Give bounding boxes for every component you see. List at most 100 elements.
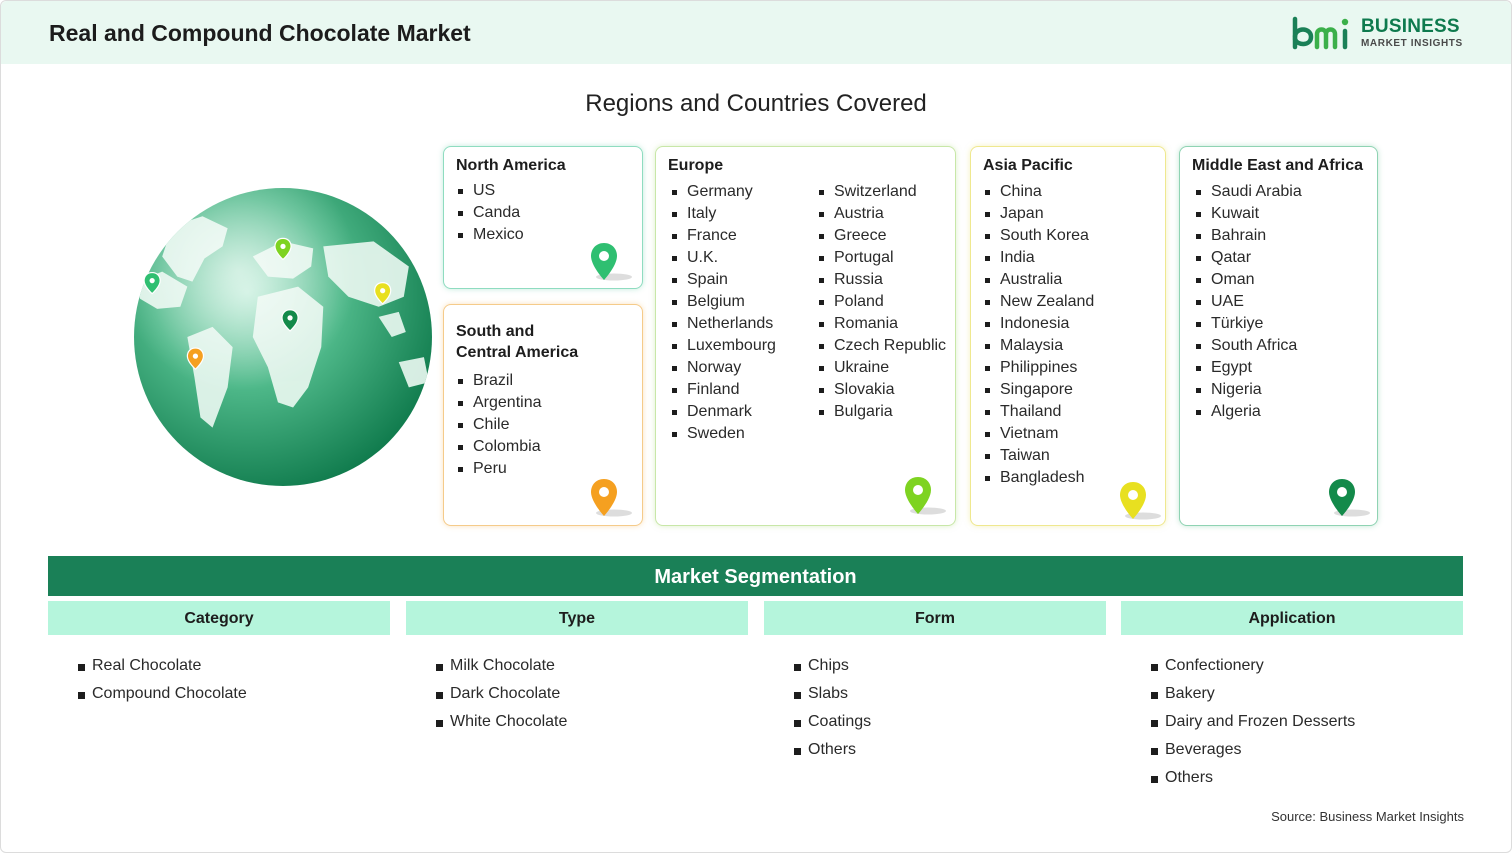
country-item: Ukraine (817, 357, 946, 379)
country-list-asia-pacific: China Japan South Korea India Australia … (983, 181, 1094, 489)
country-list-europe-col1: Germany Italy France U.K. Spain Belgium … (670, 181, 776, 445)
country-item: Chile (456, 414, 542, 436)
country-item: Colombia (456, 436, 542, 458)
country-item: Finland (670, 379, 776, 401)
country-item: Bulgaria (817, 401, 946, 423)
country-item: Italy (670, 203, 776, 225)
country-list-middle-east-africa: Saudi Arabia Kuwait Bahrain Qatar Oman U… (1194, 181, 1302, 423)
company-logo: BUSINESS MARKET INSIGHTS (1291, 15, 1471, 55)
market-segmentation-bar: Market Segmentation (48, 556, 1463, 596)
country-item: Türkiye (1194, 313, 1302, 335)
location-pin-icon (1120, 482, 1161, 520)
country-item: Australia (983, 269, 1094, 291)
region-title-south-central-america: South and Central America (456, 321, 578, 363)
country-item: Czech Republic (817, 335, 946, 357)
country-item: Russia (817, 269, 946, 291)
country-item: South Africa (1194, 335, 1302, 357)
segment-heading-category: Category (48, 601, 390, 635)
region-card-north-america: North America US Canda Mexico (443, 146, 643, 289)
segment-list-category: Real Chocolate Compound Chocolate (78, 652, 247, 708)
country-item: Belgium (670, 291, 776, 313)
country-list-north-america: US Canda Mexico (456, 180, 524, 246)
segment-item: Dairy and Frozen Desserts (1151, 708, 1355, 736)
country-item: Peru (456, 458, 542, 480)
country-item: Vietnam (983, 423, 1094, 445)
region-title-europe: Europe (668, 157, 724, 174)
country-item: Thailand (983, 401, 1094, 423)
country-item: Bangladesh (983, 467, 1094, 489)
country-item: Japan (983, 203, 1094, 225)
location-pin-icon (591, 479, 632, 517)
country-item: Romania (817, 313, 946, 335)
country-list-europe-col2: Switzerland Austria Greece Portugal Russ… (817, 181, 946, 423)
country-item: Spain (670, 269, 776, 291)
country-item: Portugal (817, 247, 946, 269)
region-title-line: South and (456, 323, 535, 340)
country-item: Indonesia (983, 313, 1094, 335)
country-item: Brazil (456, 370, 542, 392)
location-pin-icon (1329, 479, 1370, 517)
country-item: Sweden (670, 423, 776, 445)
country-item: Nigeria (1194, 379, 1302, 401)
page-title: Real and Compound Chocolate Market (49, 20, 471, 46)
segment-item: Milk Chocolate (436, 652, 567, 680)
location-pin-icon (905, 477, 946, 515)
country-item: Netherlands (670, 313, 776, 335)
country-item: Oman (1194, 269, 1302, 291)
country-item: Philippines (983, 357, 1094, 379)
country-item: China (983, 181, 1094, 203)
region-title-asia-pacific: Asia Pacific (983, 157, 1073, 174)
region-card-europe: Europe Germany Italy France U.K. Spain B… (655, 146, 956, 526)
segment-item: Others (1151, 764, 1355, 792)
segment-item: White Chocolate (436, 708, 567, 736)
segment-heading-type: Type (406, 601, 748, 635)
segment-item: Real Chocolate (78, 652, 247, 680)
country-item: Mexico (456, 224, 524, 246)
segment-item: Bakery (1151, 680, 1355, 708)
country-item: Singapore (983, 379, 1094, 401)
segment-item: Confectionery (1151, 652, 1355, 680)
country-item: Algeria (1194, 401, 1302, 423)
segment-item: Others (794, 736, 871, 764)
region-title-north-america: North America (456, 157, 566, 174)
country-list-south-central-america: Brazil Argentina Chile Colombia Peru (456, 370, 542, 480)
country-item: Taiwan (983, 445, 1094, 467)
region-title-middle-east-africa: Middle East and Africa (1192, 157, 1363, 174)
bmi-logo-icon (1292, 16, 1349, 50)
segment-item: Dark Chocolate (436, 680, 567, 708)
country-item: Saudi Arabia (1194, 181, 1302, 203)
segment-list-type: Milk Chocolate Dark Chocolate White Choc… (436, 652, 567, 736)
logo-line-business: BUSINESS (1361, 16, 1460, 37)
market-segmentation-title: Market Segmentation (654, 566, 857, 588)
header-bar: Real and Compound Chocolate Market BUSIN… (1, 1, 1511, 64)
country-item: South Korea (983, 225, 1094, 247)
segment-list-application: Confectionery Bakery Dairy and Frozen De… (1151, 652, 1355, 792)
country-item: Germany (670, 181, 776, 203)
country-item: Qatar (1194, 247, 1302, 269)
regions-title: Regions and Countries Covered (585, 90, 927, 117)
region-title-line: Central America (456, 344, 579, 361)
segment-heading-application: Application (1121, 601, 1463, 635)
location-pin-icon (591, 243, 632, 281)
segment-item: Beverages (1151, 736, 1355, 764)
globe-icon (134, 188, 432, 486)
region-card-south-central-america: South and Central America Brazil Argenti… (443, 304, 643, 526)
country-item: Egypt (1194, 357, 1302, 379)
country-item: Greece (817, 225, 946, 247)
country-item: Canda (456, 202, 524, 224)
country-item: India (983, 247, 1094, 269)
country-item: U.K. (670, 247, 776, 269)
country-item: Malaysia (983, 335, 1094, 357)
region-card-asia-pacific: Asia Pacific China Japan South Korea Ind… (970, 146, 1166, 526)
segment-heading-form: Form (764, 601, 1106, 635)
source-note: Source: Business Market Insights (1271, 809, 1464, 824)
country-item: Kuwait (1194, 203, 1302, 225)
country-item: France (670, 225, 776, 247)
country-item: Luxembourg (670, 335, 776, 357)
country-item: Switzerland (817, 181, 946, 203)
segment-item: Chips (794, 652, 871, 680)
country-item: Argentina (456, 392, 542, 414)
country-item: Austria (817, 203, 946, 225)
segment-item: Slabs (794, 680, 871, 708)
segment-list-form: Chips Slabs Coatings Others (794, 652, 871, 764)
